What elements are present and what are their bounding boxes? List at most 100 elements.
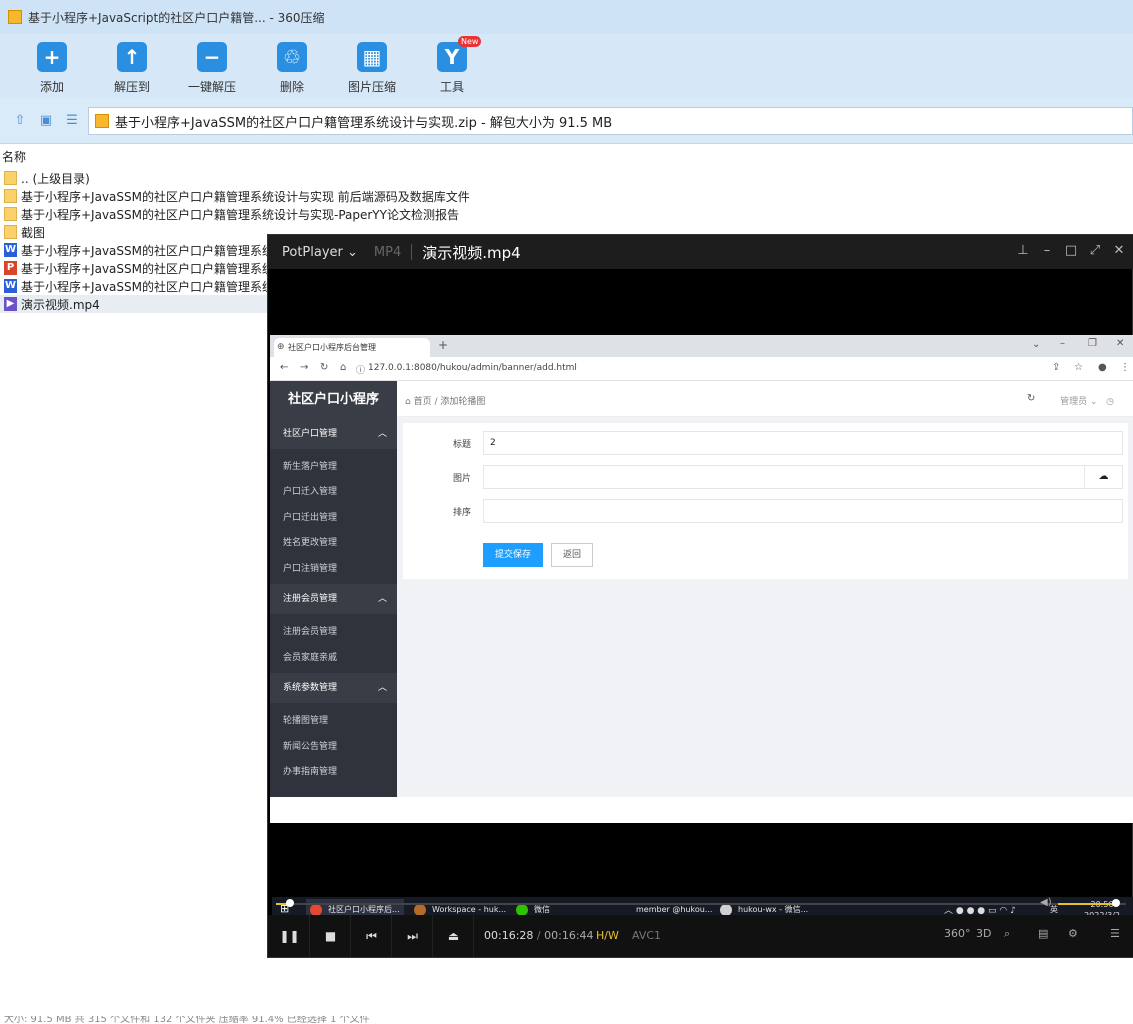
image-compress-icon: ▦ <box>357 42 387 72</box>
breadcrumb-home[interactable]: 首页 <box>414 397 432 407</box>
sidebar-group-members[interactable]: 注册会员管理 ︿ <box>270 584 397 614</box>
browser-restore-icon[interactable]: ❐ <box>1088 338 1097 349</box>
hw-decode-indicator[interactable]: H/W <box>596 929 619 942</box>
close-icon[interactable]: ✕ <box>1110 243 1128 258</box>
file-row-selected[interactable]: ▶ 演示视频.mp4 <box>0 295 268 313</box>
browser-tab-strip: 社区户口小程序后台管理 + ⌄ – ❐ ✕ <box>270 335 1133 357</box>
home-icon[interactable]: ⌂ <box>340 362 346 373</box>
sidebar-item[interactable]: 户口迁出管理 <box>283 510 337 523</box>
quick-extract-label: 一键解压 <box>187 80 236 94</box>
back-button[interactable]: 返回 <box>551 543 593 567</box>
sidebar-item[interactable]: 办事指南管理 <box>283 764 337 777</box>
title-input[interactable]: 2 <box>483 431 1123 455</box>
player-control-bar: ❚❚ ■ ⏮ ⏭ ⏏ 00:16:28 / 00:16:44 H/W AVC1 … <box>268 915 1133 957</box>
menu-icon[interactable]: ☰ <box>1110 927 1120 940</box>
thumbnail-view-icon[interactable]: ▣ <box>38 114 54 128</box>
codec-label[interactable]: AVC1 <box>632 929 661 942</box>
playlist-icon[interactable]: ▤ <box>1038 927 1048 940</box>
browser-tab[interactable]: 社区户口小程序后台管理 <box>274 338 430 357</box>
add-button[interactable]: + 添加 <box>12 40 92 95</box>
reload-icon[interactable]: ↻ <box>320 362 328 373</box>
potplayer-menu-button[interactable]: PotPlayer ⌄ <box>282 245 358 260</box>
delete-label: 删除 <box>279 80 304 94</box>
save-button[interactable]: 提交保存 <box>483 543 543 567</box>
sort-input[interactable] <box>483 499 1123 523</box>
sidebar-item[interactable]: 注册会员管理 <box>283 624 337 637</box>
bookmark-star-icon[interactable]: ☆ <box>1074 362 1083 373</box>
quick-extract-button[interactable]: − 一键解压 <box>172 40 252 95</box>
extract-to-icon: ↑ <box>117 42 147 72</box>
site-info-icon[interactable]: ⓘ <box>356 363 365 376</box>
sidebar-item[interactable]: 会员家庭亲戚 <box>283 650 337 663</box>
volume-slider[interactable] <box>1058 903 1118 905</box>
fullscreen-icon[interactable]: ⤢ <box>1086 243 1104 258</box>
eject-icon[interactable]: ⏏ <box>434 915 474 957</box>
forward-icon[interactable]: → <box>300 362 308 373</box>
pin-icon[interactable]: ⊥ <box>1014 243 1032 258</box>
title-label: 标题 <box>453 440 472 450</box>
browser-close-icon[interactable]: ✕ <box>1116 338 1124 349</box>
archive-path-field[interactable]: 基于小程序+JavaSSM的社区户口户籍管理系统设计与实现.zip - 解包大小… <box>88 107 1133 135</box>
volume-icon[interactable]: ◀) <box>1040 897 1052 908</box>
image-compress-button[interactable]: ▦ 图片压缩 <box>332 40 412 95</box>
browser-address-bar: ← → ↻ ⌂ ⓘ 127.0.0.1:8080/hukou/admin/ban… <box>270 357 1133 381</box>
file-name: 截图 <box>21 225 46 240</box>
name-column-header[interactable]: 名称 <box>2 148 26 165</box>
magnifier-icon[interactable]: ⌕ <box>1004 927 1010 941</box>
next-icon[interactable]: ⏭ <box>393 915 433 957</box>
new-tab-icon[interactable]: + <box>438 338 448 352</box>
vr360-button[interactable]: 360° <box>944 927 971 940</box>
maximize-icon[interactable]: □ <box>1062 243 1080 258</box>
settings-gear-icon[interactable]: ⚙ <box>1068 927 1078 940</box>
file-row[interactable]: W 基于小程序+JavaSSM的社区户口户籍管理系统 <box>0 277 268 295</box>
home-breadcrumb-icon[interactable]: ⌂ <box>405 397 411 407</box>
profile-icon[interactable]: ● <box>1098 362 1107 373</box>
tools-button[interactable]: Y New 工具 <box>412 36 492 95</box>
file-row[interactable]: 基于小程序+JavaSSM的社区户口户籍管理系统设计与实现 前后端源码及数据库文… <box>0 187 600 205</box>
sort-label: 排序 <box>453 508 472 518</box>
refresh-icon[interactable]: ↻ <box>1027 393 1035 404</box>
share-icon[interactable]: ⇪ <box>1052 362 1060 373</box>
minimize-icon[interactable]: – <box>1038 243 1056 258</box>
file-name: 基于小程序+JavaSSM的社区户口户籍管理系统 <box>21 261 268 276</box>
chevron-up-icon: ︿ <box>377 594 387 604</box>
file-row[interactable]: W 基于小程序+JavaSSM的社区户口户籍管理系统 <box>0 241 268 259</box>
stop-icon[interactable]: ■ <box>311 915 351 957</box>
sidebar-item[interactable]: 新闻公告管理 <box>283 739 337 752</box>
sidebar-group-system[interactable]: 系统参数管理 ︿ <box>270 673 397 703</box>
extract-to-button[interactable]: ↑ 解压到 <box>92 40 172 95</box>
up-folder-icon[interactable]: ⇧ <box>12 114 28 128</box>
file-row[interactable]: P 基于小程序+JavaSSM的社区户口户籍管理系统 <box>0 259 268 277</box>
user-menu[interactable]: 管理员 ⌄ ◷ <box>1060 394 1114 407</box>
seek-handle[interactable] <box>285 899 294 907</box>
previous-icon[interactable]: ⏮ <box>352 915 392 957</box>
browser-minimize-icon[interactable]: – <box>1060 338 1065 349</box>
url-field[interactable]: 127.0.0.1:8080/hukou/admin/banner/add.ht… <box>368 363 577 373</box>
tab-list-icon[interactable]: ⌄ <box>1032 339 1040 350</box>
file-row[interactable]: .. (上级目录) <box>0 169 600 187</box>
pause-icon[interactable]: ❚❚ <box>270 915 310 957</box>
quick-extract-icon: − <box>197 42 227 72</box>
browser-menu-icon[interactable]: ⋮ <box>1120 362 1130 373</box>
chevron-up-icon: ︿ <box>377 429 387 439</box>
sidebar-item[interactable]: 新生落户管理 <box>283 459 337 472</box>
file-row[interactable]: 基于小程序+JavaSSM的社区户口户籍管理系统设计与实现-PaperYY论文检… <box>0 205 600 223</box>
back-icon[interactable]: ← <box>280 362 288 373</box>
3d-button[interactable]: 3D <box>976 927 991 940</box>
sidebar-item[interactable]: 户口迁入管理 <box>283 484 337 497</box>
sidebar-group-hukou[interactable]: 社区户口管理 ︿ <box>270 419 397 449</box>
sidebar-item[interactable]: 姓名更改管理 <box>283 535 337 548</box>
image-input[interactable]: ☁ <box>483 465 1123 489</box>
volume-handle[interactable] <box>1112 899 1120 907</box>
new-badge: New <box>458 36 482 47</box>
delete-button[interactable]: ♲ 删除 <box>252 40 332 95</box>
folder-icon <box>4 189 17 203</box>
file-name: 基于小程序+JavaSSM的社区户口户籍管理系统设计与实现 前后端源码及数据库文… <box>21 189 470 204</box>
sidebar-item[interactable]: 户口注销管理 <box>283 561 337 574</box>
list-view-icon[interactable]: ☰ <box>64 114 80 128</box>
seek-bar[interactable] <box>276 899 1126 907</box>
sidebar-item[interactable]: 轮播图管理 <box>283 713 328 726</box>
video-frame[interactable]: 社区户口小程序后台管理 + ⌄ – ❐ ✕ ← → ↻ ⌂ ⓘ 127.0.0.… <box>270 335 1133 923</box>
playback-time: 00:16:28 / 00:16:44 <box>484 929 594 942</box>
upload-cloud-icon[interactable]: ☁ <box>1084 466 1122 488</box>
